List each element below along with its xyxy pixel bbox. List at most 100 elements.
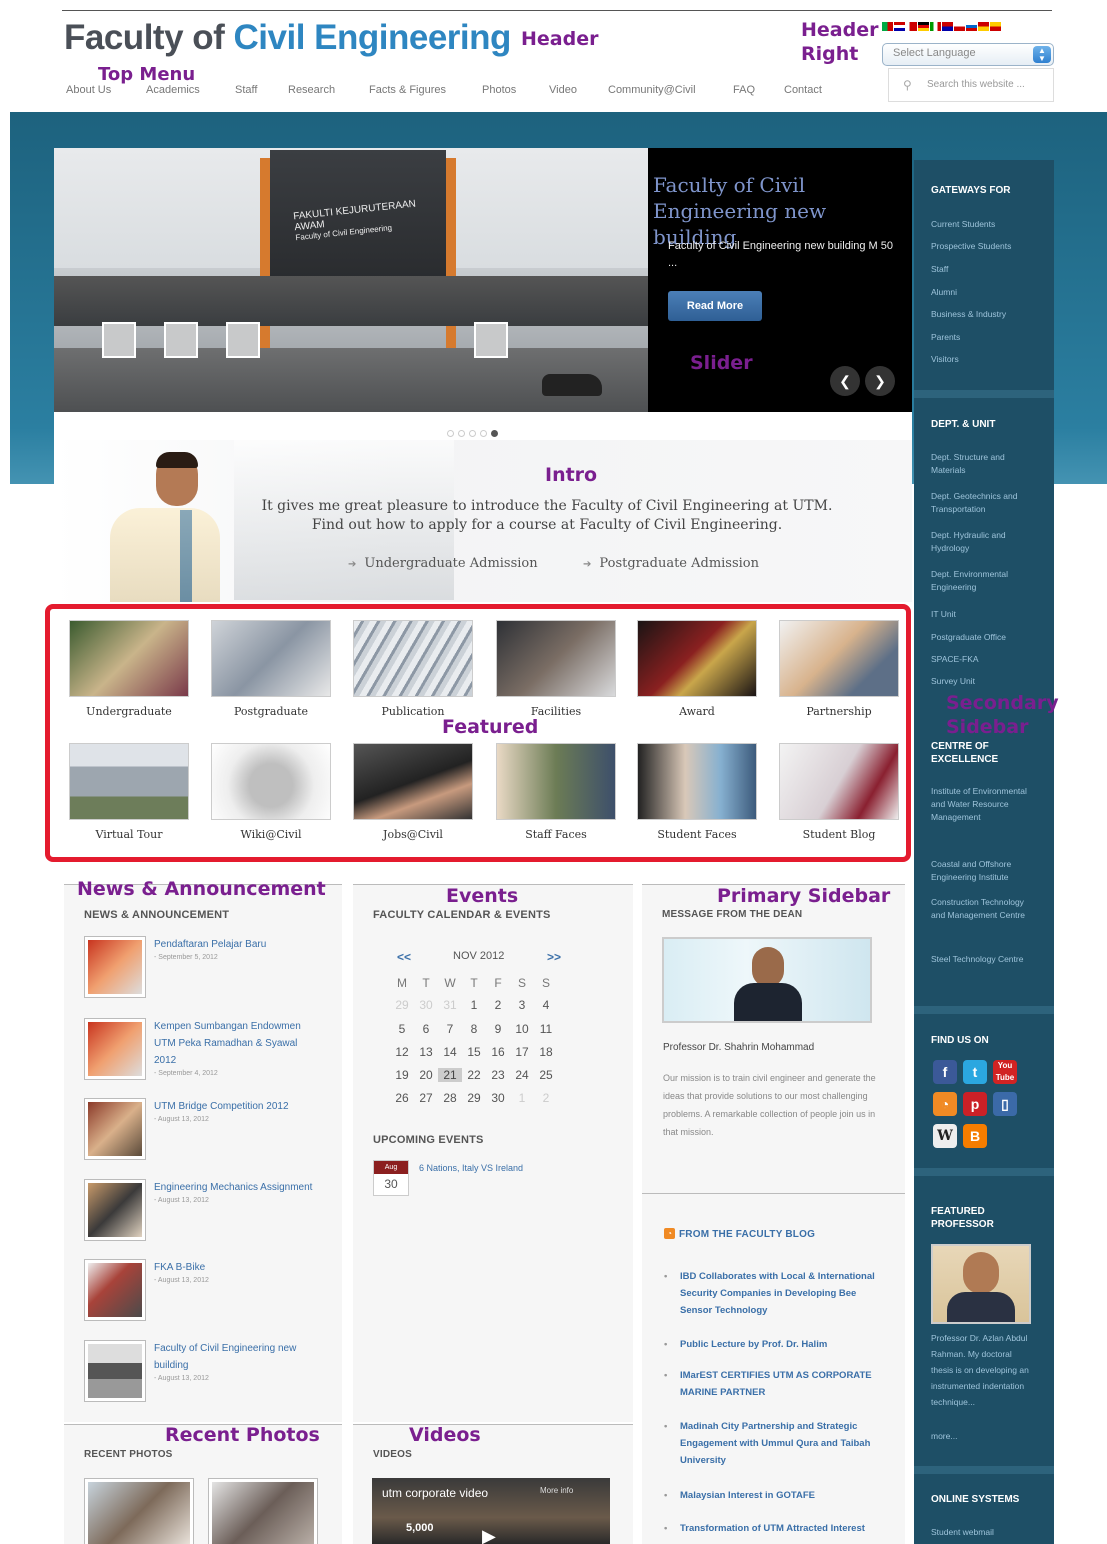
pinterest-icon[interactable]: p: [963, 1092, 987, 1116]
wikipedia-icon[interactable]: W: [933, 1124, 957, 1148]
video-player[interactable]: utm corporate video More info 5,000 ▶: [372, 1478, 610, 1544]
featured-partnership[interactable]: Partnership: [779, 620, 899, 718]
centre-link[interactable]: Steel Technology Centre: [931, 953, 1031, 966]
featured-postgraduate[interactable]: Postgraduate: [211, 620, 331, 718]
featured-award[interactable]: Award: [637, 620, 757, 718]
menu-item-facts-figures[interactable]: Facts & Figures: [369, 84, 446, 96]
professor-more-link[interactable]: more...: [931, 1430, 957, 1443]
slide-dot[interactable]: [447, 430, 454, 437]
dept-link[interactable]: Survey Unit: [931, 675, 975, 688]
flag-icon[interactable]: [954, 22, 965, 31]
flag-icon[interactable]: [906, 22, 917, 31]
gateway-link[interactable]: Current Students: [931, 218, 995, 231]
calendar-today[interactable]: 21: [438, 1068, 462, 1082]
centre-link[interactable]: Construction Technology and Management C…: [931, 896, 1031, 922]
slider-prev-button[interactable]: ❮: [830, 366, 860, 396]
slide-image[interactable]: FAKULTI KEJURUTERAAN AWAM Faculty of Civ…: [54, 148, 648, 412]
photo-thumbnail[interactable]: [84, 1478, 194, 1544]
menu-item-about-us[interactable]: About Us: [66, 84, 111, 96]
search-input[interactable]: ⚲ Search this website ...: [888, 68, 1054, 102]
rss-icon[interactable]: ◔: [664, 1228, 675, 1239]
featured-jobs[interactable]: Jobs@Civil: [353, 743, 473, 841]
slide-dot[interactable]: [469, 430, 476, 437]
blog-item[interactable]: Malaysian Interest in GOTAFE: [664, 1487, 885, 1504]
postgraduate-admission-link[interactable]: ➔ Postgraduate Admission: [583, 556, 759, 571]
featured-student-faces[interactable]: Student Faces: [637, 743, 757, 841]
upcoming-events-heading: UPCOMING EVENTS: [373, 1134, 484, 1146]
blog-item[interactable]: Transformation of UTM Attracted Interest: [664, 1520, 885, 1537]
gateway-link[interactable]: Staff: [931, 263, 948, 276]
flag-icon[interactable]: [966, 22, 977, 31]
calendar-next-button[interactable]: >>: [547, 950, 561, 964]
gateway-link[interactable]: Prospective Students: [931, 240, 1011, 253]
featured-facilities[interactable]: Facilities: [496, 620, 616, 718]
centre-link[interactable]: Institute of Environmental and Water Res…: [931, 785, 1031, 824]
gateway-link[interactable]: Alumni: [931, 286, 957, 299]
youtube-icon[interactable]: You Tube: [993, 1060, 1017, 1084]
play-icon[interactable]: ▶: [482, 1526, 496, 1544]
flag-icon[interactable]: [990, 22, 1001, 31]
annotation-header-right: Header Right: [801, 18, 878, 66]
dept-link[interactable]: Dept. Structure and Materials: [931, 451, 1031, 477]
video-more-info[interactable]: More info: [540, 1486, 573, 1495]
menu-item-academics[interactable]: Academics: [146, 84, 200, 96]
slider-next-button[interactable]: ❯: [865, 366, 895, 396]
photo-thumbnail[interactable]: [208, 1478, 318, 1544]
blog-item[interactable]: IBD Collaborates with Local & Internatio…: [664, 1268, 885, 1319]
blogger-icon[interactable]: B: [963, 1124, 987, 1148]
flag-icon[interactable]: [942, 22, 953, 31]
featured-staff-faces[interactable]: Staff Faces: [496, 743, 616, 841]
slide-dot-active[interactable]: [491, 430, 498, 437]
language-flags[interactable]: [882, 22, 1001, 34]
annotation-featured: Featured: [442, 716, 539, 738]
flag-icon[interactable]: [894, 22, 905, 31]
flag-icon[interactable]: [930, 22, 941, 31]
dept-link[interactable]: SPACE-FKA: [931, 653, 979, 666]
menu-item-contact[interactable]: Contact: [784, 84, 822, 96]
search-icon: ⚲: [903, 78, 912, 92]
read-more-button[interactable]: Read More: [668, 291, 762, 321]
blog-item[interactable]: IMarEST CERTIFIES UTM AS CORPORATE MARIN…: [664, 1367, 885, 1401]
gateway-link[interactable]: Visitors: [931, 353, 959, 366]
centre-link[interactable]: Coastal and Offshore Engineering Institu…: [931, 858, 1031, 884]
menu-item-community[interactable]: Community@Civil: [608, 84, 696, 96]
menu-item-video[interactable]: Video: [549, 84, 577, 96]
flag-icon[interactable]: [882, 22, 893, 31]
facebook-icon[interactable]: f: [933, 1060, 957, 1084]
rss-feed-icon[interactable]: ◔: [933, 1092, 957, 1116]
site-title-part1: Faculty of: [64, 18, 225, 57]
twitter-icon[interactable]: t: [963, 1060, 987, 1084]
menu-item-photos[interactable]: Photos: [482, 84, 516, 96]
site-title[interactable]: Faculty of Civil Engineering: [64, 18, 511, 58]
menu-item-research[interactable]: Research: [288, 84, 335, 96]
featured-publication[interactable]: Publication: [353, 620, 473, 718]
mobile-icon[interactable]: ▯: [993, 1092, 1017, 1116]
dean-image[interactable]: [662, 937, 872, 1023]
slide-dot[interactable]: [458, 430, 465, 437]
menu-item-staff[interactable]: Staff: [235, 84, 257, 96]
blog-item[interactable]: Public Lecture by Prof. Dr. Halim: [664, 1336, 885, 1353]
featured-wiki[interactable]: Wiki@Civil: [211, 743, 331, 841]
slide-dot[interactable]: [480, 430, 487, 437]
language-select[interactable]: Select Language ▲ ▼: [882, 43, 1054, 66]
online-system-link[interactable]: Student webmail: [931, 1526, 994, 1539]
flag-icon[interactable]: [918, 22, 929, 31]
featured-student-blog[interactable]: Student Blog: [779, 743, 899, 841]
blog-item[interactable]: Madinah City Partnership and Strategic E…: [664, 1418, 885, 1469]
dept-link[interactable]: IT Unit: [931, 608, 956, 621]
upcoming-event-link[interactable]: 6 Nations, Italy VS Ireland: [419, 1163, 523, 1173]
gateway-link[interactable]: Parents: [931, 331, 960, 344]
featured-undergraduate[interactable]: Undergraduate: [69, 620, 189, 718]
dept-link[interactable]: Postgraduate Office: [931, 631, 1006, 644]
undergraduate-admission-link[interactable]: ➔ Undergraduate Admission: [348, 556, 538, 571]
dept-link[interactable]: Dept. Environmental Engineering: [931, 568, 1031, 594]
featured-virtual-tour[interactable]: Virtual Tour: [69, 743, 189, 841]
dept-link[interactable]: Dept. Hydraulic and Hydrology: [931, 529, 1031, 555]
menu-item-faq[interactable]: FAQ: [733, 84, 755, 96]
gateway-link[interactable]: Business & Industry: [931, 308, 1006, 321]
flag-icon[interactable]: [978, 22, 989, 31]
professor-photo[interactable]: [931, 1244, 1031, 1324]
calendar-prev-button[interactable]: <<: [397, 950, 411, 964]
select-arrows-icon: ▲ ▼: [1033, 46, 1051, 63]
dept-link[interactable]: Dept. Geotechnics and Transportation: [931, 490, 1031, 516]
